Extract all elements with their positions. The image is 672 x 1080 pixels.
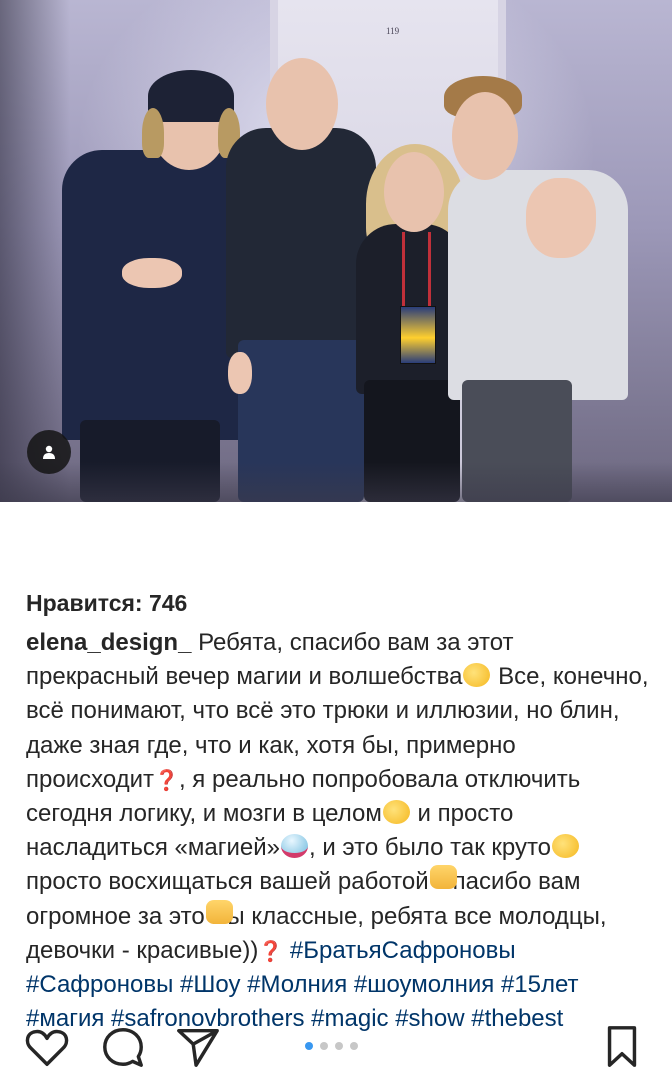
hashtag-link[interactable]: #thebest — [471, 1005, 563, 1032]
post-photo[interactable]: 119 — [0, 0, 672, 502]
caption-username[interactable]: elena_design_ — [26, 629, 191, 656]
hashtag-link[interactable]: #15лет — [501, 971, 579, 998]
missing-glyph-icon: ❓ — [154, 767, 179, 792]
heart-eyes-emoji-icon — [552, 834, 580, 859]
carousel-indicator — [305, 1042, 358, 1050]
door-number: 119 — [386, 26, 400, 36]
tagged-users-button[interactable] — [27, 430, 71, 474]
carousel-dot — [350, 1042, 358, 1050]
post-caption: elena_design_ Ребята, спасибо вам за это… — [26, 626, 650, 1036]
person-icon — [43, 445, 55, 459]
crystal-ball-emoji-icon — [280, 834, 308, 859]
smiling-face-emoji-icon — [463, 663, 491, 688]
missing-glyph-icon: ❓ — [258, 938, 284, 963]
caption-text: , и это было так круто — [308, 834, 552, 862]
action-bar — [0, 502, 672, 1067]
hashtag-link[interactable]: #safronovbrothers — [111, 1005, 304, 1032]
carousel-dot — [320, 1042, 328, 1050]
winking-face-emoji-icon — [382, 800, 410, 825]
hashtag-link[interactable]: #Сафроновы — [26, 971, 173, 998]
wall-shadow — [0, 0, 70, 502]
hashtag-link[interactable]: #БратьяСафроновы — [290, 937, 516, 964]
hashtag-link[interactable]: #магия — [26, 1005, 104, 1032]
hashtag-link[interactable]: #Молния — [247, 971, 347, 998]
floor — [0, 462, 672, 502]
carousel-dot-active — [305, 1042, 313, 1050]
hashtag-link[interactable]: #шоумолния — [354, 971, 494, 998]
thumbs-up-emoji-icon — [429, 865, 457, 890]
likes-count[interactable]: Нравится: 746 — [26, 590, 187, 617]
hashtag-link[interactable]: #Шоу — [180, 971, 240, 998]
caption-text: просто восхищаться вашей работой — [26, 868, 429, 896]
hashtag-link[interactable]: #magic — [311, 1005, 388, 1032]
carousel-dot — [335, 1042, 343, 1050]
clapping-hands-emoji-icon — [205, 899, 233, 924]
hashtag-link[interactable]: #show — [395, 1005, 464, 1032]
